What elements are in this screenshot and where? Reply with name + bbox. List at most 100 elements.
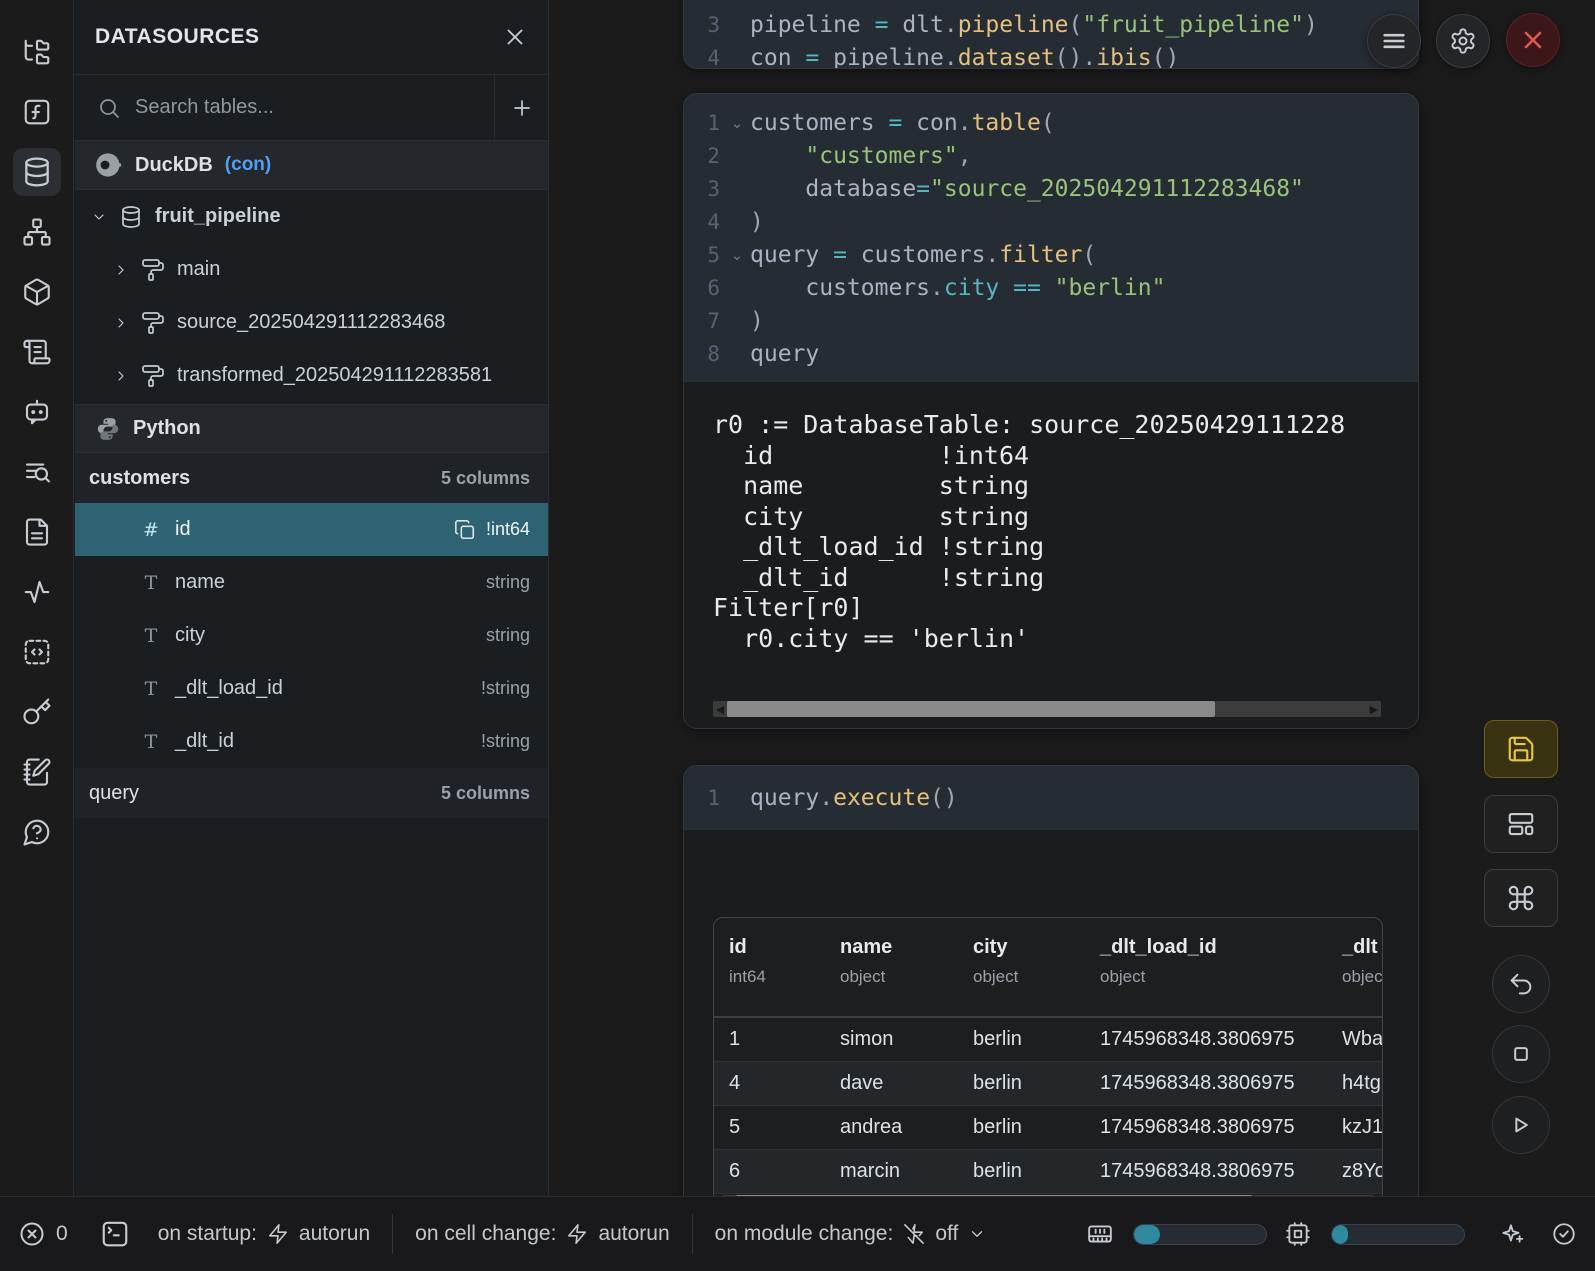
notebook-pen-icon[interactable]	[13, 748, 61, 796]
schema-icon	[141, 364, 165, 388]
cell-output: r0 := DatabaseTable: source_202504291112…	[684, 381, 1418, 729]
errors-indicator[interactable]: 0	[18, 1220, 68, 1248]
table-row[interactable]: 4daveberlin1745968348.3806975h4tg	[714, 1062, 1382, 1106]
error-count: 0	[56, 1222, 68, 1246]
code-editor[interactable]: 1query.execute()	[684, 766, 1418, 830]
tree-item-schema-source[interactable]: source_202504291112283468	[75, 296, 548, 349]
shutdown-button[interactable]	[1506, 13, 1560, 67]
undo-button[interactable]	[1492, 955, 1550, 1013]
table-name: customers	[89, 467, 190, 490]
list-search-icon[interactable]	[13, 448, 61, 496]
on-cell-change-setting[interactable]: on cell change: autorun	[415, 1222, 670, 1246]
code-text[interactable]: pipeline = dlt.pipeline("fruit_pipeline"…	[750, 12, 1318, 38]
panel-header: DATASOURCES	[75, 0, 548, 75]
tree-item-schema-main[interactable]: main	[75, 243, 548, 296]
copy-icon[interactable]	[454, 519, 476, 541]
duckdb-logo-icon	[95, 151, 123, 179]
activity-bar	[0, 0, 74, 1196]
tree-item-schema-transformed[interactable]: transformed_202504291112283581	[75, 349, 548, 402]
column-row-name[interactable]: T name string	[75, 556, 548, 609]
status-bar: 0 on startup: autorun on cell change: au…	[0, 1196, 1595, 1271]
table-header-query[interactable]: query 5 columns	[75, 768, 548, 818]
schema-label: transformed_202504291112283581	[177, 364, 492, 387]
code-editor[interactable]: 1⌄customers = con.table( 2 "customers", …	[684, 94, 1418, 381]
database-label: fruit_pipeline	[155, 205, 281, 228]
number-type-icon: #	[141, 519, 161, 541]
column-row-dlt-id[interactable]: T _dlt_id !string	[75, 715, 548, 768]
ai-sparkles-button[interactable]	[1499, 1221, 1525, 1247]
table-name: query	[89, 782, 139, 805]
close-panel-button[interactable]	[502, 24, 528, 50]
schema-label: source_202504291112283468	[177, 311, 445, 334]
table-row[interactable]: 6marcinberlin1745968348.3806975z8Yo	[714, 1150, 1382, 1194]
bot-icon[interactable]	[13, 388, 61, 436]
table-meta: 5 columns	[441, 468, 530, 489]
file-tree-icon[interactable]	[13, 28, 61, 76]
scrollbar-thumb[interactable]	[727, 701, 1215, 717]
schema-icon	[141, 258, 165, 282]
function-square-icon[interactable]	[13, 88, 61, 136]
table-meta: 5 columns	[441, 783, 530, 804]
connection-status-icon[interactable]	[1551, 1221, 1577, 1247]
search-row	[75, 75, 548, 141]
scroll-left-arrow[interactable]: ◀	[713, 703, 727, 716]
result-table[interactable]: idint64 nameobject cityobject _dlt_load_…	[713, 917, 1383, 1218]
chevron-right-icon	[113, 314, 129, 332]
text-type-icon: T	[141, 625, 161, 647]
table-header-customers[interactable]: customers 5 columns	[75, 453, 548, 503]
schema-icon	[141, 311, 165, 335]
datasources-panel: DATASOURCES DuckDB (con) fruit_pipeline …	[75, 0, 549, 1196]
on-module-change-setting[interactable]: on module change: off	[715, 1222, 987, 1246]
column-row-dlt-load-id[interactable]: T _dlt_load_id !string	[75, 662, 548, 715]
code-line: 3 pipeline = dlt.pipeline("fruit_pipelin…	[684, 8, 1418, 41]
database-small-icon	[119, 205, 143, 229]
text-type-icon: T	[141, 678, 161, 700]
connection-name: DuckDB	[135, 154, 213, 177]
scroll-right-arrow[interactable]: ▶	[1367, 703, 1381, 716]
code-square-icon[interactable]	[13, 628, 61, 676]
scroll-text-icon[interactable]	[13, 328, 61, 376]
stop-button[interactable]	[1492, 1025, 1550, 1083]
package-icon[interactable]	[13, 268, 61, 316]
horizontal-scrollbar[interactable]: ◀ ▶	[713, 701, 1381, 717]
connection-duckdb[interactable]: DuckDB (con)	[75, 141, 548, 190]
database-icon[interactable]	[13, 148, 61, 196]
cell-pipeline[interactable]: 3 pipeline = dlt.pipeline("fruit_pipelin…	[683, 0, 1419, 69]
cell-query[interactable]: 1⌄customers = con.table( 2 "customers", …	[683, 93, 1419, 729]
text-type-icon: T	[141, 572, 161, 594]
tree-item-database[interactable]: fruit_pipeline	[75, 190, 548, 243]
key-icon[interactable]	[13, 688, 61, 736]
terminal-button[interactable]	[100, 1219, 130, 1249]
add-datasource-button[interactable]	[494, 75, 548, 140]
memory-icon	[1087, 1221, 1113, 1247]
column-row-city[interactable]: T city string	[75, 609, 548, 662]
result-table-header: idint64 nameobject cityobject _dlt_load_…	[714, 918, 1382, 1018]
table-row[interactable]: 1simonberlin1745968348.3806975Wba	[714, 1018, 1382, 1062]
settings-button[interactable]	[1436, 14, 1490, 68]
activity-icon[interactable]	[13, 568, 61, 616]
column-row-id[interactable]: # id !int64	[75, 503, 548, 556]
layout-button[interactable]	[1484, 795, 1558, 853]
code-text[interactable]: con = pipeline.dataset().ibis()	[750, 45, 1179, 70]
chevron-down-icon	[968, 1225, 986, 1243]
run-button[interactable]	[1492, 1096, 1550, 1154]
python-logo-icon	[95, 416, 121, 442]
file-text-icon[interactable]	[13, 508, 61, 556]
on-startup-setting[interactable]: on startup: autorun	[158, 1222, 370, 1246]
memory-meter[interactable]	[1087, 1221, 1267, 1247]
marimo-app: DATASOURCES DuckDB (con) fruit_pipeline …	[0, 0, 1595, 1271]
save-button[interactable]	[1484, 720, 1558, 778]
cpu-meter[interactable]	[1285, 1221, 1465, 1247]
connection-badge: (con)	[225, 154, 271, 176]
help-circle-icon[interactable]	[13, 808, 61, 856]
text-type-icon: T	[141, 731, 161, 753]
code-line: 4 con = pipeline.dataset().ibis()	[684, 41, 1418, 69]
search-tables-input[interactable]	[135, 96, 494, 119]
network-icon[interactable]	[13, 208, 61, 256]
keyboard-shortcuts-button[interactable]	[1484, 869, 1558, 927]
cell-menu-button[interactable]	[1367, 14, 1421, 68]
panel-title: DATASOURCES	[95, 25, 260, 49]
chevron-right-icon	[113, 367, 129, 385]
zap-icon	[566, 1223, 588, 1245]
table-row[interactable]: 5andreaberlin1745968348.3806975kzJ1	[714, 1106, 1382, 1150]
